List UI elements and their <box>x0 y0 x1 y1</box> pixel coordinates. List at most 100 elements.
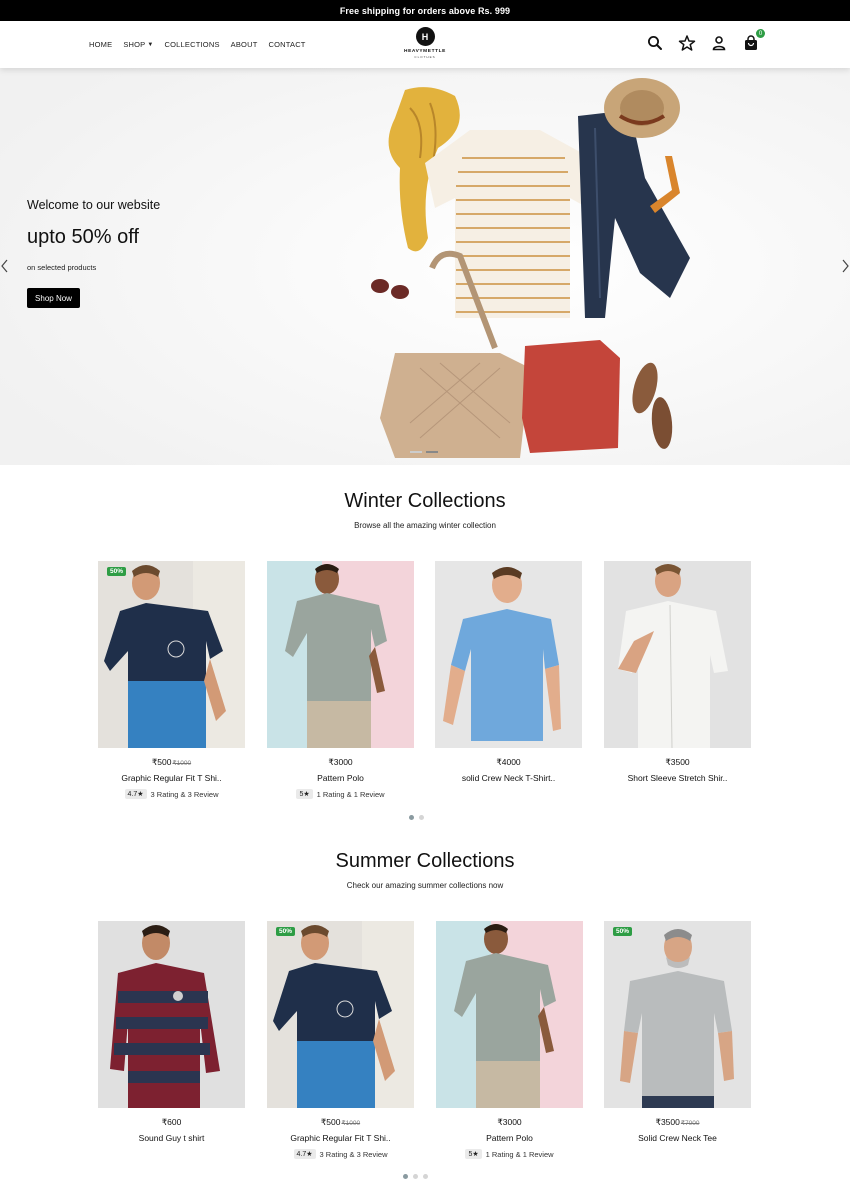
site-header: HOME SHOP ▼ COLLECTIONS ABOUT CONTACT H H… <box>0 21 850 68</box>
pagination-dot[interactable] <box>419 815 424 820</box>
product-name[interactable]: Graphic Regular Fit T Shi.. <box>98 773 245 783</box>
model-white-shirt <box>604 561 751 748</box>
price-original: ₹1000 <box>172 760 192 767</box>
product-image[interactable]: 50% <box>604 921 751 1108</box>
rating-count: 1 Rating & 1 Review <box>316 789 385 799</box>
price-current: ₹4000 <box>496 757 521 767</box>
pagination-dot[interactable] <box>423 1174 428 1179</box>
hero-copy: Welcome to our website upto 50% off on s… <box>27 198 160 308</box>
nav-home-label: HOME <box>89 40 113 49</box>
product-image[interactable] <box>604 561 751 748</box>
cart-count-badge: 0 <box>756 29 765 38</box>
model-navy-tee <box>267 921 414 1108</box>
product-price: ₹4000 <box>435 757 582 768</box>
product-card[interactable]: 50% ₹500₹1000 Graphic Regular Fit T Shi.… <box>267 921 414 1159</box>
product-image[interactable] <box>436 921 583 1108</box>
main-nav: HOME SHOP ▼ COLLECTIONS ABOUT CONTACT <box>89 21 306 68</box>
rating-score: 4.7★ <box>124 789 147 799</box>
nav-about-label: ABOUT <box>230 40 258 49</box>
product-card[interactable]: ₹4000 solid Crew Neck T-Shirt.. <box>435 561 582 783</box>
product-rating: 5★ 1 Rating & 1 Review <box>436 1149 583 1159</box>
star-icon[interactable] <box>678 34 696 52</box>
discount-badge: 50% <box>107 567 127 576</box>
product-price: ₹3000 <box>436 1117 583 1128</box>
product-card[interactable]: 50% ₹500₹1000 Graphic Regular Fit T Shi.… <box>98 561 245 799</box>
search-icon[interactable] <box>646 34 664 52</box>
product-price: ₹600 <box>98 1117 245 1128</box>
model-navy-tee <box>98 561 245 748</box>
nav-home[interactable]: HOME <box>89 40 112 49</box>
logo-mark: H <box>415 27 435 46</box>
product-price: ₹3500₹7000 <box>604 1117 751 1128</box>
product-card[interactable]: ₹3000 Pattern Polo 5★ 1 Rating & 1 Review <box>436 921 583 1159</box>
nav-collections[interactable]: COLLECTIONS <box>165 40 220 49</box>
product-image[interactable]: 50% <box>267 921 414 1108</box>
nav-contact[interactable]: CONTACT <box>269 40 306 49</box>
product-name[interactable]: Short Sleeve Stretch Shir.. <box>604 773 751 783</box>
hero-kicker: Welcome to our website <box>27 198 161 212</box>
product-price: ₹500₹1000 <box>98 757 245 768</box>
pagination-dot-active[interactable] <box>409 815 414 820</box>
discount-badge: 50% <box>276 927 296 936</box>
rating-score: 4.7★ <box>293 1149 316 1159</box>
product-name[interactable]: Solid Crew Neck Tee <box>604 1133 751 1143</box>
rating-score: 5★ <box>296 789 313 799</box>
price-original: ₹1000 <box>341 1120 361 1127</box>
shop-now-button[interactable]: Shop Now <box>27 288 80 308</box>
product-card[interactable]: ₹600 Sound Guy t shirt <box>98 921 245 1143</box>
product-price: ₹3500 <box>604 757 751 768</box>
pagination-dot[interactable] <box>413 1174 418 1179</box>
rating-count: 3 Rating & 3 Review <box>319 1149 388 1159</box>
product-image[interactable] <box>267 561 414 748</box>
chevron-right-icon <box>842 259 849 273</box>
hero-subtitle: on selected products <box>27 263 97 272</box>
shopping-bag-icon[interactable]: 0 <box>742 29 765 52</box>
nav-shop-label: SHOP <box>123 40 146 49</box>
product-image[interactable] <box>98 921 245 1108</box>
model-blue-tee <box>435 561 582 748</box>
summer-section-title: Summer Collections <box>335 850 515 872</box>
product-card[interactable]: 50% ₹3500₹7000 Solid Crew Neck Tee <box>604 921 751 1143</box>
hero-prev-arrow[interactable] <box>0 256 12 276</box>
product-rating: 4.7★ 3 Rating & 3 Review <box>98 789 245 799</box>
caret-down-icon: ▼ <box>147 41 154 48</box>
product-image[interactable] <box>435 561 582 748</box>
product-name[interactable]: solid Crew Neck T-Shirt.. <box>435 773 582 783</box>
logo-sub: CLOTHES <box>414 55 436 59</box>
rating-count: 3 Rating & 3 Review <box>150 789 219 799</box>
product-rating: 4.7★ 3 Rating & 3 Review <box>267 1149 414 1159</box>
price-current: ₹3500 <box>655 1117 680 1127</box>
hero-slide-indicators <box>410 451 438 453</box>
product-price: ₹500₹1000 <box>267 1117 414 1128</box>
hero-slide-dot[interactable] <box>410 451 422 453</box>
price-current: ₹500 <box>320 1117 341 1127</box>
nav-collections-label: COLLECTIONS <box>164 40 220 49</box>
announcement-bar: Free shipping for orders above Rs. 999 <box>0 0 850 21</box>
nav-about[interactable]: ABOUT <box>231 40 258 49</box>
product-name[interactable]: Pattern Polo <box>267 773 414 783</box>
rating-count: 1 Rating & 1 Review <box>485 1149 554 1159</box>
price-current: ₹3500 <box>665 757 690 767</box>
model-grey-polo <box>436 921 583 1108</box>
price-current: ₹3000 <box>497 1117 522 1127</box>
hero-next-arrow[interactable] <box>838 256 850 276</box>
nav-shop[interactable]: SHOP ▼ <box>123 40 153 49</box>
brand-logo[interactable]: H HEAVYMETTLE CLOTHES <box>399 27 451 63</box>
product-price: ₹3000 <box>267 757 414 768</box>
product-image[interactable]: 50% <box>98 561 245 748</box>
user-icon[interactable] <box>710 34 728 52</box>
discount-badge: 50% <box>613 927 633 936</box>
header-icons: 0 <box>646 29 765 52</box>
model-striped-polo <box>98 921 245 1108</box>
winter-section-subtitle: Browse all the amazing winter collection <box>354 521 496 530</box>
hero-slide-dot-active[interactable] <box>426 451 438 453</box>
chevron-left-icon <box>1 259 8 273</box>
product-name[interactable]: Sound Guy t shirt <box>98 1133 245 1143</box>
product-card[interactable]: ₹3500 Short Sleeve Stretch Shir.. <box>604 561 751 783</box>
product-name[interactable]: Graphic Regular Fit T Shi.. <box>267 1133 414 1143</box>
product-name[interactable]: Pattern Polo <box>436 1133 583 1143</box>
pagination-dot-active[interactable] <box>403 1174 408 1179</box>
model-grey-polo <box>267 561 414 748</box>
product-card[interactable]: ₹3000 Pattern Polo 5★ 1 Rating & 1 Review <box>267 561 414 799</box>
summer-pagination <box>403 1174 428 1179</box>
